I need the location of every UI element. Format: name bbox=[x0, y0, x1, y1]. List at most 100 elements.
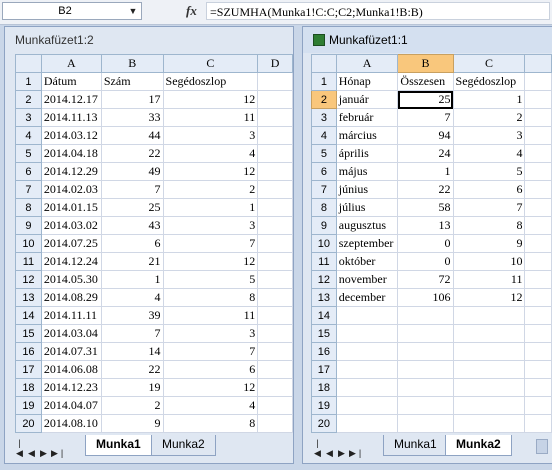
cell[interactable] bbox=[524, 414, 552, 433]
cell[interactable] bbox=[257, 378, 293, 397]
row-header[interactable]: 12 bbox=[15, 270, 42, 289]
cell[interactable]: Segédoszlop bbox=[162, 72, 259, 91]
cell[interactable]: 2014.11.11 bbox=[40, 306, 102, 325]
cell[interactable] bbox=[257, 306, 293, 325]
row-header[interactable]: 15 bbox=[15, 324, 42, 343]
cell[interactable]: 2014.03.12 bbox=[40, 126, 102, 145]
cell[interactable]: május bbox=[335, 162, 399, 181]
cell[interactable] bbox=[335, 324, 399, 343]
row-header[interactable]: 14 bbox=[311, 306, 337, 325]
row-header[interactable]: 18 bbox=[15, 378, 42, 397]
cell[interactable] bbox=[257, 198, 293, 217]
cell[interactable] bbox=[257, 144, 293, 163]
cell[interactable]: 2014.12.24 bbox=[40, 252, 102, 271]
cell[interactable] bbox=[452, 414, 526, 433]
cell[interactable]: 72 bbox=[397, 270, 454, 289]
cell[interactable] bbox=[452, 360, 526, 379]
cell[interactable]: 12 bbox=[162, 252, 259, 271]
row-header[interactable]: 12 bbox=[311, 270, 337, 289]
cell[interactable] bbox=[452, 396, 526, 415]
cell[interactable]: 7 bbox=[452, 198, 526, 217]
cell[interactable]: 22 bbox=[100, 360, 164, 379]
cell[interactable]: 4 bbox=[162, 396, 259, 415]
cell[interactable] bbox=[257, 342, 293, 361]
cell[interactable] bbox=[524, 126, 552, 145]
row-header[interactable]: 14 bbox=[15, 306, 42, 325]
cell[interactable]: 43 bbox=[100, 216, 164, 235]
cell[interactable]: 22 bbox=[100, 144, 164, 163]
cell[interactable]: 7 bbox=[397, 108, 454, 127]
cell[interactable]: 5 bbox=[452, 162, 526, 181]
cell[interactable]: 6 bbox=[100, 234, 164, 253]
cell[interactable] bbox=[257, 270, 293, 289]
cell[interactable] bbox=[524, 252, 552, 271]
row-header[interactable]: 3 bbox=[15, 108, 42, 127]
column-header[interactable]: A bbox=[40, 54, 102, 73]
cell[interactable] bbox=[524, 342, 552, 361]
cell[interactable]: 58 bbox=[397, 198, 454, 217]
cell[interactable] bbox=[257, 90, 293, 109]
cell[interactable] bbox=[452, 306, 526, 325]
row-header[interactable]: 16 bbox=[311, 342, 337, 361]
cell[interactable]: június bbox=[335, 180, 399, 199]
row-header[interactable]: 2 bbox=[311, 90, 337, 109]
cell[interactable] bbox=[257, 324, 293, 343]
cell[interactable]: február bbox=[335, 108, 399, 127]
cell[interactable]: 0 bbox=[397, 252, 454, 271]
row-header[interactable]: 20 bbox=[311, 414, 337, 433]
cell[interactable]: 2 bbox=[162, 180, 259, 199]
row-header[interactable]: 10 bbox=[15, 234, 42, 253]
cell[interactable]: 2014.12.29 bbox=[40, 162, 102, 181]
cell[interactable] bbox=[524, 72, 552, 91]
cell[interactable]: 12 bbox=[162, 162, 259, 181]
cell[interactable]: 5 bbox=[162, 270, 259, 289]
cell[interactable] bbox=[257, 288, 293, 307]
row-header[interactable]: 1 bbox=[311, 72, 337, 91]
cell[interactable]: 7 bbox=[162, 432, 259, 433]
cell[interactable] bbox=[257, 414, 293, 433]
cell[interactable]: 12 bbox=[162, 90, 259, 109]
cell[interactable] bbox=[335, 378, 399, 397]
cell[interactable]: november bbox=[335, 270, 399, 289]
cell[interactable]: 4 bbox=[452, 144, 526, 163]
cell[interactable]: 1 bbox=[162, 198, 259, 217]
cell[interactable]: 2 bbox=[100, 396, 164, 415]
cell[interactable] bbox=[524, 108, 552, 127]
name-box[interactable]: B2 ▼ bbox=[2, 2, 142, 20]
cell[interactable]: 2014.08.29 bbox=[40, 288, 102, 307]
column-header[interactable]: B bbox=[397, 54, 454, 73]
cell[interactable] bbox=[524, 234, 552, 253]
cell[interactable] bbox=[257, 396, 293, 415]
cell[interactable]: 7 bbox=[100, 324, 164, 343]
cell[interactable] bbox=[397, 360, 454, 379]
cell[interactable] bbox=[524, 288, 552, 307]
cell[interactable] bbox=[524, 180, 552, 199]
cell[interactable]: 33 bbox=[100, 108, 164, 127]
cell[interactable]: 3 bbox=[162, 216, 259, 235]
cell[interactable]: 94 bbox=[397, 126, 454, 145]
cell[interactable] bbox=[452, 324, 526, 343]
row-header[interactable]: 8 bbox=[15, 198, 42, 217]
cell[interactable]: 4 bbox=[162, 144, 259, 163]
cell[interactable] bbox=[257, 234, 293, 253]
cell[interactable]: 7 bbox=[100, 180, 164, 199]
first-sheet-icon[interactable]: |◀ bbox=[15, 438, 27, 459]
cell[interactable]: április bbox=[335, 144, 399, 163]
cell[interactable]: 2014.07.21 bbox=[40, 432, 102, 433]
cell[interactable]: január bbox=[335, 90, 399, 109]
cell[interactable]: 3 bbox=[162, 324, 259, 343]
cell[interactable]: 1 bbox=[100, 270, 164, 289]
row-header[interactable]: 11 bbox=[15, 252, 42, 271]
cell[interactable]: Segédoszlop bbox=[452, 72, 526, 91]
cell[interactable] bbox=[397, 324, 454, 343]
row-header[interactable]: 4 bbox=[311, 126, 337, 145]
cell[interactable]: 44 bbox=[100, 126, 164, 145]
row-header[interactable]: 16 bbox=[15, 342, 42, 361]
fx-icon[interactable]: fx bbox=[186, 3, 197, 19]
cell[interactable] bbox=[524, 324, 552, 343]
cell[interactable] bbox=[524, 90, 552, 109]
row-header[interactable]: 20 bbox=[15, 414, 42, 433]
cell[interactable]: 2014.04.18 bbox=[40, 144, 102, 163]
cell[interactable]: 2014.04.07 bbox=[40, 396, 102, 415]
next-sheet-icon[interactable]: ▶ bbox=[39, 448, 51, 459]
